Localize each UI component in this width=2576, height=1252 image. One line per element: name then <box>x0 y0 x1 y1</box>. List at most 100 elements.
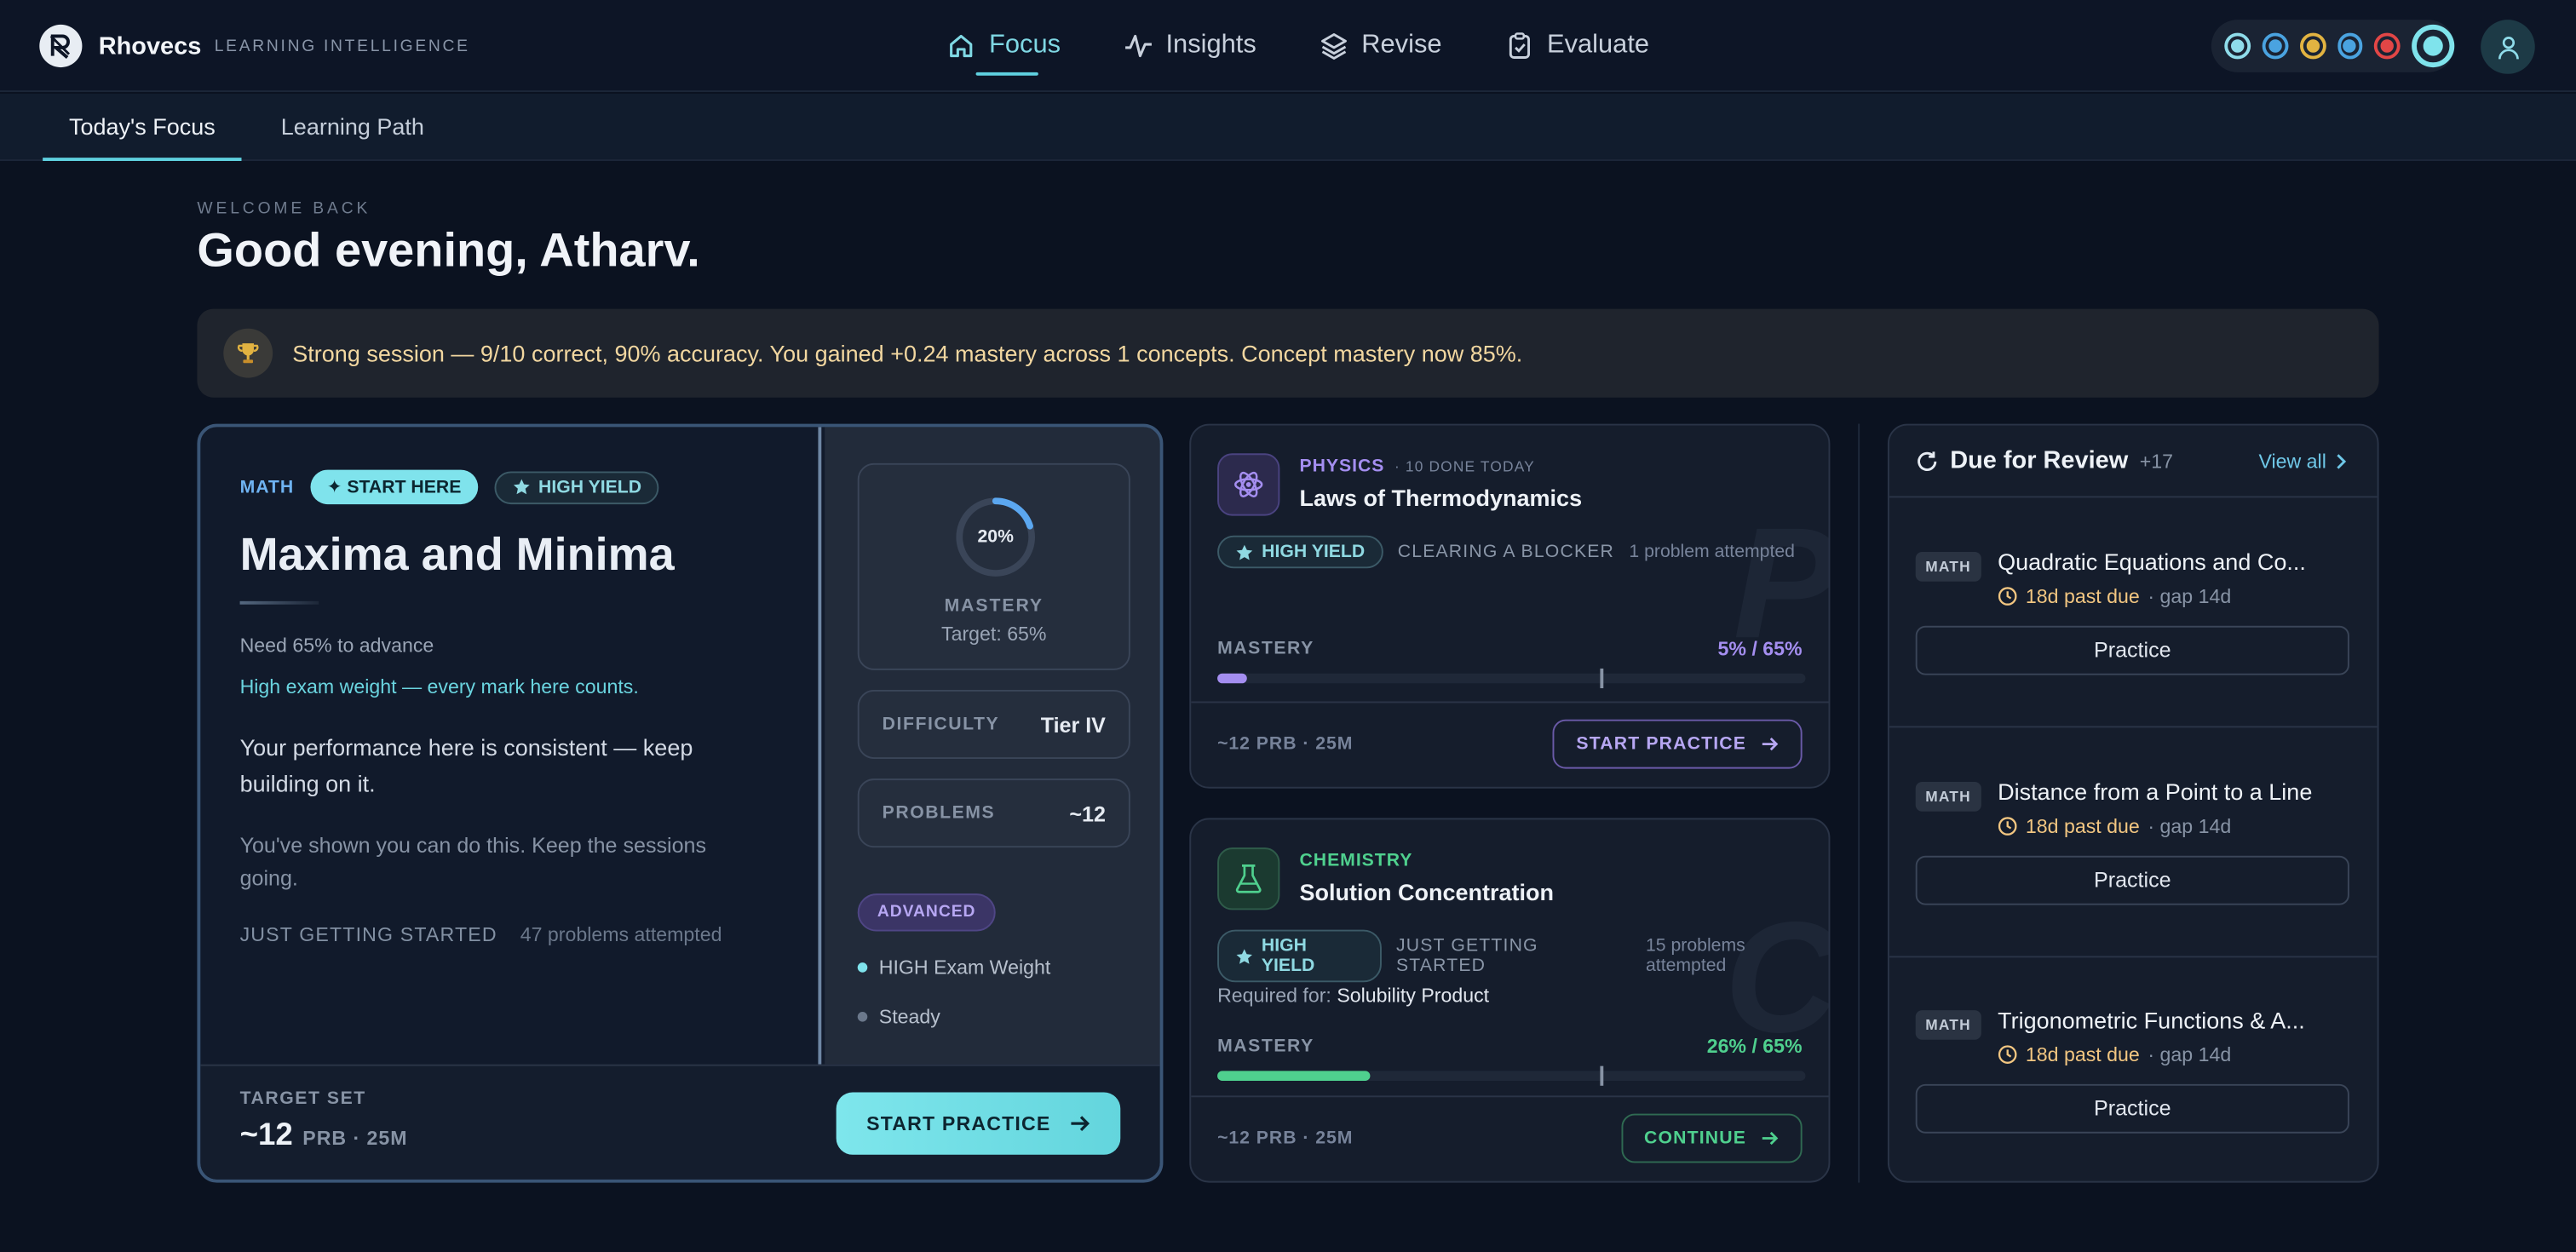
concept-subject: PHYSICS · 10 DONE TODAY <box>1299 457 1534 476</box>
due-info: 18d past due · gap 14d <box>1998 815 2231 838</box>
bullet-dot <box>857 962 868 973</box>
nav-revise-label: Revise <box>1361 31 1442 60</box>
nav-focus[interactable]: Focus <box>946 0 1061 92</box>
user-icon <box>2498 36 2518 59</box>
status-dot[interactable] <box>2412 24 2455 68</box>
subject-label: MATH <box>239 477 295 497</box>
nav-evaluate-label: Evaluate <box>1546 31 1650 60</box>
advance-requirement: Need 65% to advance <box>239 634 434 658</box>
star-icon <box>1236 948 1253 963</box>
practice-button[interactable]: Practice <box>1915 1083 2349 1134</box>
required-label: Required for: <box>1217 984 1331 1008</box>
difficulty-stat: DIFFICULTY Tier IV <box>857 689 1130 759</box>
home-icon <box>950 34 973 58</box>
start-practice-label: START PRACTICE <box>866 1111 1051 1135</box>
brand-logo-icon <box>39 24 83 68</box>
concept-card-chemistry: C CHEMISTRY Solution Concentration HIGH … <box>1189 818 1831 1183</box>
mastery-progress-fill <box>1217 1071 1371 1081</box>
subject-label: PHYSICS <box>1299 457 1385 477</box>
refresh-icon <box>1918 451 1937 470</box>
required-concept[interactable]: Solubility Product <box>1337 984 1489 1007</box>
attempted-count: 47 problems attempted <box>520 922 722 946</box>
performance-note: Your performance here is consistent — ke… <box>239 734 693 797</box>
pulse-icon <box>1124 34 1152 58</box>
top-navigation-bar: Rhovecs LEARNING INTELLIGENCE Focus Insi… <box>0 0 2576 92</box>
problems-stat: PROBLEMS ~12 <box>857 778 1130 848</box>
status-label: JUST GETTING STARTED <box>239 922 497 946</box>
brand[interactable]: Rhovecs LEARNING INTELLIGENCE <box>39 24 470 68</box>
nav-evaluate[interactable]: Evaluate <box>1504 0 1649 92</box>
continue-label: CONTINUE <box>1644 1128 1747 1149</box>
status-dot[interactable] <box>2262 32 2288 60</box>
brand-tagline: LEARNING INTELLIGENCE <box>214 37 470 55</box>
high-yield-label: HIGH YIELD <box>1262 542 1366 562</box>
status-dot[interactable] <box>2374 32 2401 60</box>
concept-chips: HIGH YIELD CLEARING A BLOCKER 1 problem … <box>1217 535 1795 569</box>
title-divider <box>239 600 319 605</box>
page-title: Good evening, Atharv. <box>197 225 700 278</box>
review-concept-name[interactable]: Quadratic Equations and Co... <box>1998 548 2349 575</box>
star-icon <box>1236 543 1253 560</box>
mastery-progress-fill <box>1217 673 1247 684</box>
past-due: 18d past due <box>2025 814 2140 838</box>
status-dot[interactable] <box>2224 32 2251 60</box>
tab-learning-path[interactable]: Learning Path <box>281 94 424 161</box>
concept-card-footer: ~12 PRB · 25M CONTINUE <box>1191 1095 1829 1180</box>
status-label: CLEARING A BLOCKER <box>1397 542 1615 562</box>
continue-button[interactable]: CONTINUE <box>1621 1113 1803 1163</box>
mastery-percent: 20% <box>977 527 1014 548</box>
concept-card-physics: P PHYSICS · 10 DONE TODAY Laws of Thermo… <box>1189 423 1831 789</box>
target-set-value: ~12 PRB · 25M <box>240 1118 408 1154</box>
review-gap: · gap 14d <box>2148 584 2232 608</box>
clock-icon <box>1998 817 2017 836</box>
view-all-link[interactable]: View all <box>2259 450 2348 473</box>
practice-button[interactable]: Practice <box>1915 625 2349 675</box>
mastery-label: MASTERY <box>1217 639 1314 659</box>
status-dot[interactable] <box>2299 32 2326 60</box>
arrow-right-icon <box>1762 1131 1779 1146</box>
exam-weight-bullet: HIGH Exam Weight <box>857 956 1050 979</box>
focus-card-footer: TARGET SET ~12 PRB · 25M START PRACTICE <box>200 1064 1160 1180</box>
past-due: 18d past due <box>2025 1042 2140 1066</box>
status-dot[interactable] <box>2337 32 2364 60</box>
session-summary-banner: Strong session — 9/10 correct, 90% accur… <box>197 308 2379 398</box>
mastery-widget: 20% MASTERY Target: 65% <box>857 462 1130 670</box>
nav-revise[interactable]: Revise <box>1319 0 1442 92</box>
target-marker <box>1599 668 1603 689</box>
concept-title: Solution Concentration <box>1299 878 1554 905</box>
nav-insights[interactable]: Insights <box>1123 0 1256 92</box>
chevron-right-icon <box>2337 454 2347 469</box>
focus-chips: MATH ✦ START HERE HIGH YIELD <box>239 469 660 505</box>
banner-text: Strong session — 9/10 correct, 90% accur… <box>292 340 1523 367</box>
user-avatar[interactable] <box>2481 20 2535 74</box>
review-item: MATH Trigonometric Functions & A... 18d … <box>1889 957 2378 1180</box>
tab-todays-focus[interactable]: Today's Focus <box>43 94 242 161</box>
subject-tag: MATH <box>1915 781 1981 812</box>
bullet-dot <box>857 1011 868 1022</box>
bullet-text: Steady <box>878 1005 940 1029</box>
high-yield-badge: HIGH YIELD <box>1217 535 1383 569</box>
mastery-value: 26% / 65% <box>1706 1034 1803 1058</box>
target-marker <box>1599 1065 1603 1086</box>
status-indicators[interactable] <box>2211 20 2455 72</box>
review-title-text: Due for Review <box>1950 446 2129 475</box>
target-unit: PRB · 25M <box>302 1126 408 1150</box>
column-divider <box>1858 423 1860 1183</box>
high-yield-badge: HIGH YIELD <box>493 470 660 504</box>
subject-tag: MATH <box>1915 551 1981 582</box>
start-practice-button[interactable]: START PRACTICE <box>1553 719 1803 769</box>
attempted-count: 1 problem attempted <box>1629 542 1795 562</box>
review-gap: · gap 14d <box>2148 1042 2232 1066</box>
problems-value: ~12 <box>1069 801 1106 826</box>
focus-card-details: MATH ✦ START HERE HIGH YIELD Maxima and … <box>200 427 822 1065</box>
arrow-right-icon <box>1070 1116 1090 1132</box>
start-practice-button[interactable]: START PRACTICE <box>836 1092 1121 1155</box>
level-badge: ADVANCED <box>857 893 996 932</box>
target-set-label: TARGET SET <box>239 1088 366 1109</box>
practice-button[interactable]: Practice <box>1915 855 2349 905</box>
review-concept-name[interactable]: Distance from a Point to a Line <box>1998 778 2349 805</box>
review-concept-name[interactable]: Trigonometric Functions & A... <box>1998 1007 2349 1033</box>
flask-icon <box>1217 847 1280 910</box>
review-gap: · gap 14d <box>2148 814 2232 838</box>
arrow-right-icon <box>1762 738 1779 751</box>
